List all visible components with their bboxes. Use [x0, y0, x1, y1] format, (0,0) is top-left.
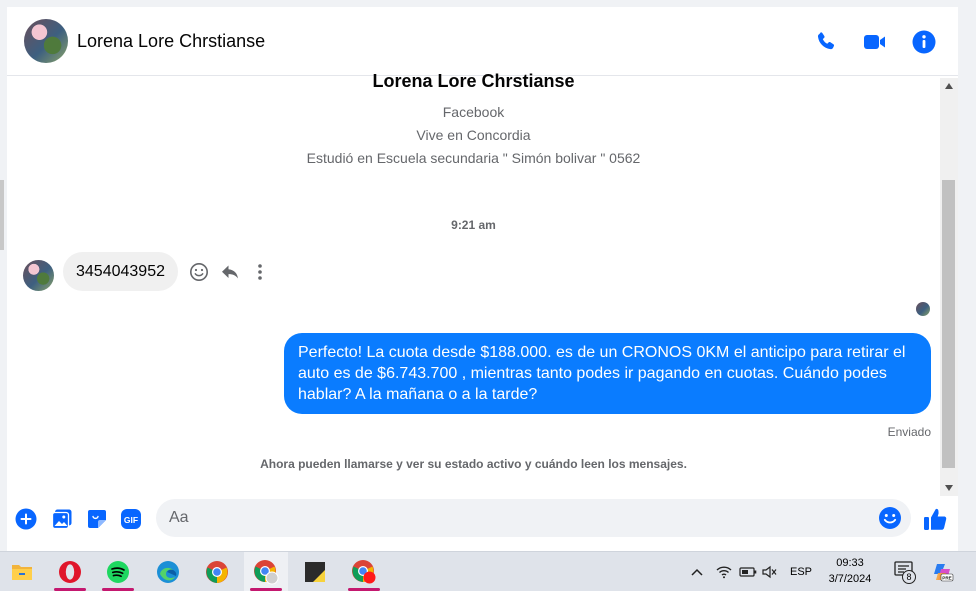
phone-call-button[interactable] [813, 29, 839, 55]
profile-education: Estudió en Escuela secundaria " Simón bo… [306, 150, 641, 166]
show-hidden-icons-button[interactable] [690, 552, 704, 591]
incoming-message-bubble[interactable]: 3454043952 [63, 252, 178, 291]
window-top-edge [7, 0, 976, 7]
react-button[interactable] [188, 261, 210, 283]
more-options-button[interactable] [249, 261, 271, 283]
svg-text:PRE: PRE [942, 576, 951, 581]
attach-photo-button[interactable] [50, 507, 74, 531]
seen-indicator-avatar [916, 302, 930, 316]
opera-icon [59, 561, 81, 583]
input-language[interactable]: ESP [790, 552, 812, 591]
battery-icon [739, 567, 757, 577]
emoji-icon [879, 507, 901, 529]
clock-date: 3/7/2024 [828, 573, 872, 585]
chrome-profile-icon [254, 560, 279, 585]
wifi-status[interactable] [716, 552, 732, 591]
sent-status: Enviado [887, 425, 931, 439]
gif-button[interactable]: GIF [119, 507, 143, 531]
reply-button[interactable] [219, 261, 241, 283]
folder-icon [12, 565, 32, 580]
sticker-icon [88, 510, 106, 528]
taskbar-file-explorer[interactable] [0, 552, 44, 591]
window-left-edge [0, 0, 7, 551]
scroll-up-button[interactable] [940, 78, 958, 94]
gif-icon: GIF [121, 509, 141, 529]
chat-scrollbar[interactable] [940, 78, 958, 496]
info-icon [912, 30, 936, 54]
video-call-button[interactable] [862, 29, 888, 55]
conversation-header: Lorena Lore Chrstianse [7, 7, 958, 76]
clock-time: 09:33 [836, 557, 864, 569]
privacy-notice: Ahora pueden llamarse y ver su estado ac… [260, 457, 687, 471]
volume-status[interactable] [762, 552, 778, 591]
wifi-icon [716, 566, 732, 579]
send-like-button[interactable] [921, 505, 949, 533]
taskbar-sticky-notes[interactable] [293, 552, 337, 591]
plus-circle-icon [15, 508, 37, 530]
profile-location: Vive en Concordia [416, 127, 531, 143]
contact-avatar[interactable] [24, 19, 68, 63]
copilot-button[interactable]: PRE [932, 552, 954, 591]
scroll-down-button[interactable] [940, 480, 958, 496]
taskbar-clock[interactable]: 09:33 3/7/2024 [822, 555, 878, 587]
spotify-icon [107, 561, 129, 583]
sender-avatar[interactable] [23, 260, 54, 291]
notifications-wrapper: 8 [894, 561, 918, 584]
photo-icon [51, 509, 72, 530]
outgoing-message-bubble[interactable]: Perfecto! La cuota desde $188.000. es de… [284, 333, 931, 414]
chevron-up-icon [691, 568, 703, 576]
left-scroll-nub[interactable] [0, 180, 4, 250]
volume-muted-icon [762, 565, 777, 579]
message-input[interactable] [156, 499, 911, 537]
sticker-button[interactable] [85, 507, 109, 531]
vertical-dots-icon [258, 264, 262, 280]
taskbar-edge[interactable] [146, 552, 190, 591]
conversation-info-button[interactable] [911, 29, 937, 55]
more-actions-button[interactable] [14, 507, 38, 531]
chrome-icon [206, 561, 228, 583]
taskbar-chrome[interactable] [195, 552, 239, 591]
profile-name: Lorena Lore Chrstianse [372, 71, 575, 91]
phone-icon [817, 32, 835, 50]
edge-browser-icon [157, 561, 179, 583]
battery-status[interactable] [739, 552, 757, 591]
notification-center-button[interactable]: 8 [894, 552, 918, 591]
reply-arrow-icon [222, 265, 238, 279]
windows-taskbar: ESP 09:33 3/7/2024 8 PRE [0, 551, 976, 591]
thumbs-up-icon [924, 508, 947, 530]
taskbar-opera[interactable] [48, 552, 92, 591]
svg-text:GIF: GIF [124, 515, 138, 525]
contact-name[interactable]: Lorena Lore Chrstianse [77, 31, 265, 52]
copilot-icon: PRE [934, 564, 954, 582]
taskbar-chrome-recording[interactable] [342, 552, 386, 591]
chrome-record-icon [352, 560, 376, 584]
message-timestamp: 9:21 am [451, 218, 496, 232]
taskbar-chrome-profile[interactable] [244, 552, 288, 591]
video-camera-icon [864, 35, 885, 49]
messenger-window: Lorena Lore Chrstianse Lorena Lore Chrst… [0, 0, 976, 591]
window-right-edge [958, 0, 976, 551]
taskbar-spotify[interactable] [96, 552, 140, 591]
profile-source: Facebook [442, 104, 505, 120]
smiley-icon [190, 263, 208, 281]
message-composer: GIF [7, 496, 958, 541]
scroll-thumb[interactable] [942, 180, 955, 468]
emoji-picker-button[interactable] [878, 506, 902, 530]
notification-count-badge: 8 [902, 570, 916, 584]
triangle-up-icon [945, 83, 953, 89]
triangle-down-icon [945, 485, 953, 491]
sticky-notes-icon [305, 562, 325, 582]
